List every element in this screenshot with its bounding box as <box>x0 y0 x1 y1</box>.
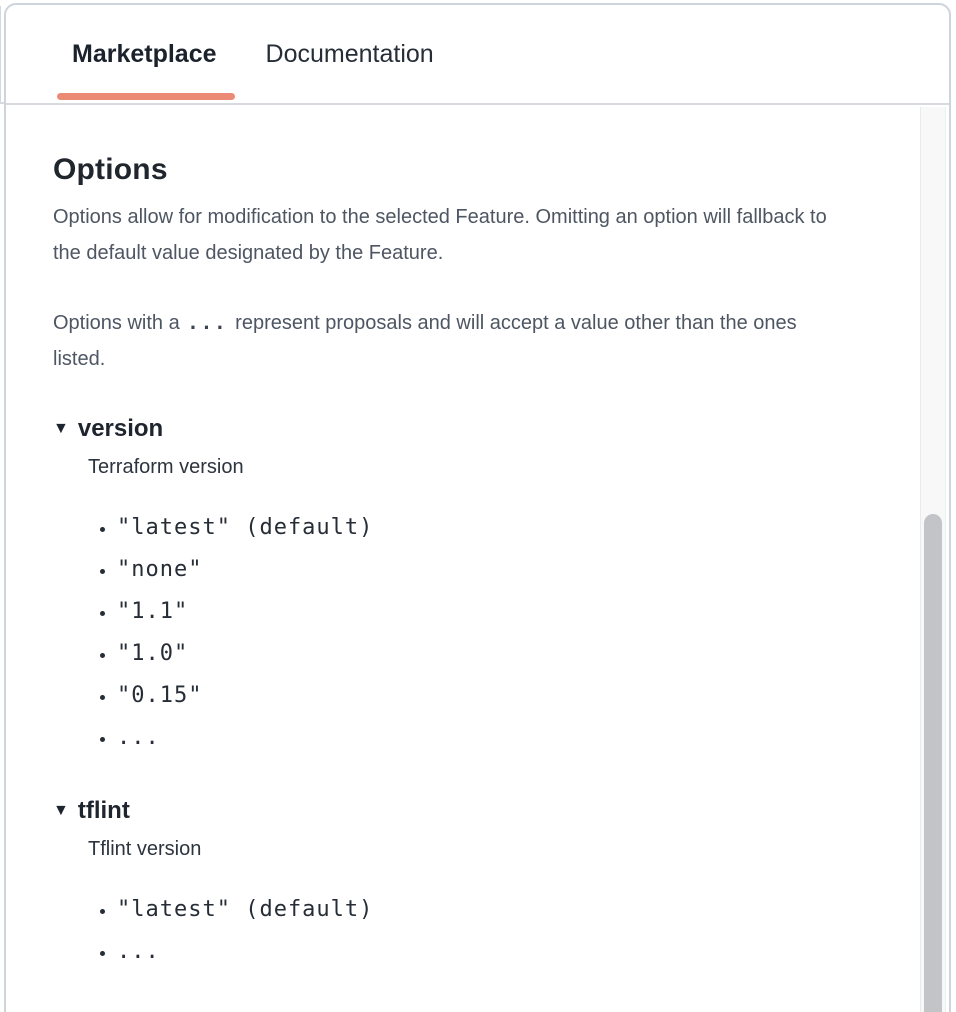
section-collapse-header[interactable]: ▼ tflint <box>53 797 130 825</box>
proposal-note-text: Options with a ... represent proposals a… <box>53 305 829 377</box>
option-value-item: "none" <box>117 549 829 591</box>
section-description: Terraform version <box>88 455 829 479</box>
tab-label: Documentation <box>266 40 434 69</box>
option-value-item: "latest" (default) <box>117 507 829 549</box>
option-value-item: ... <box>117 717 829 759</box>
proposal-note-before: Options with a <box>53 312 185 334</box>
option-value-item: ... <box>117 931 829 973</box>
section-name: version <box>78 415 163 443</box>
option-value-list: "latest" (default)... <box>53 889 829 973</box>
section-collapse-header[interactable]: ▼ version <box>53 415 163 443</box>
option-section-version: ▼ version Terraform version "latest" (de… <box>53 415 829 759</box>
section-name: tflint <box>78 797 130 825</box>
tab-marketplace[interactable]: Marketplace <box>72 5 217 103</box>
option-sections: ▼ version Terraform version "latest" (de… <box>53 415 829 973</box>
adjacent-panel-edge <box>0 6 1 103</box>
tab-label: Marketplace <box>72 40 217 69</box>
scrollbar-thumb[interactable] <box>924 514 942 1012</box>
scrollbar-track[interactable] <box>920 107 946 1012</box>
section-description: Tflint version <box>88 837 829 861</box>
tab-bar: Marketplace Documentation <box>6 5 949 105</box>
option-value-item: "latest" (default) <box>117 889 829 931</box>
option-value-item: "1.0" <box>117 633 829 675</box>
marketplace-content: Options Options allow for modification t… <box>6 153 949 973</box>
tab-documentation[interactable]: Documentation <box>266 5 434 103</box>
active-tab-underline <box>57 93 235 100</box>
ellipsis-code: ... <box>185 312 229 334</box>
options-heading: Options <box>53 153 829 187</box>
option-section-tflint: ▼ tflint Tflint version "latest" (defaul… <box>53 797 829 973</box>
details-card: Marketplace Documentation Options Option… <box>4 3 951 1012</box>
collapse-triangle-icon: ▼ <box>53 421 69 437</box>
option-value-list: "latest" (default)"none""1.1""1.0""0.15"… <box>53 507 829 759</box>
options-intro-text: Options allow for modification to the se… <box>53 199 829 271</box>
option-value-item: "1.1" <box>117 591 829 633</box>
option-value-item: "0.15" <box>117 675 829 717</box>
collapse-triangle-icon: ▼ <box>53 803 69 819</box>
